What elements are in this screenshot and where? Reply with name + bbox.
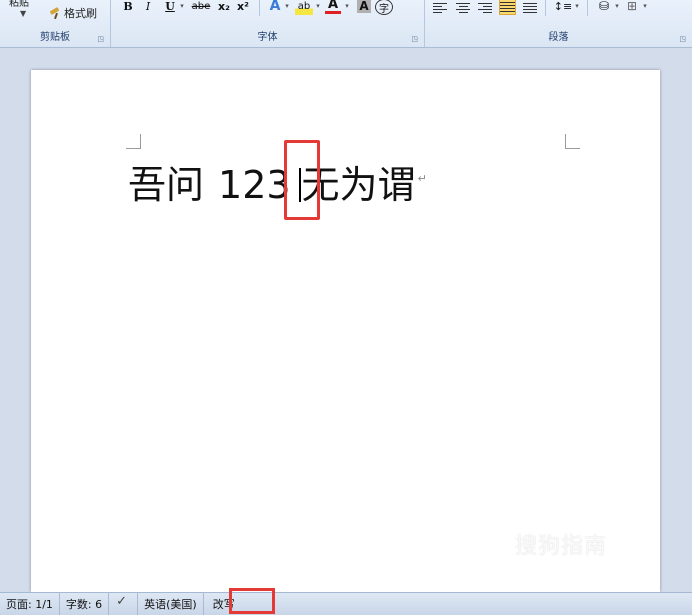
font-color-dropdown-icon[interactable]: ▾ — [343, 0, 351, 15]
format-painter-button[interactable]: 格式刷 — [48, 5, 97, 21]
borders-icon[interactable]: ⊞ — [625, 0, 639, 15]
enclose-char-button[interactable]: 字 — [375, 0, 393, 15]
paragraph-dialog-launcher-icon[interactable]: ◳ — [679, 35, 686, 43]
distributed-align-icon[interactable] — [523, 1, 537, 13]
separator — [587, 0, 588, 16]
paste-button[interactable]: 粘贴 — [9, 0, 29, 9]
italic-button[interactable]: I — [141, 0, 155, 15]
line-spacing-icon[interactable]: ↕≡ — [553, 0, 573, 15]
clipboard-group-label: 剪贴板 — [40, 32, 70, 43]
text-effect-dropdown-icon[interactable]: ▾ — [283, 0, 291, 15]
proofing-status[interactable] — [109, 593, 139, 615]
format-painter-label: 格式刷 — [64, 7, 97, 20]
highlight-button[interactable]: ab — [295, 0, 313, 15]
align-left-icon[interactable] — [433, 1, 447, 13]
bold-button[interactable]: B — [121, 0, 135, 15]
proofing-check-icon — [115, 594, 131, 610]
highlight-dropdown-icon[interactable]: ▾ — [314, 0, 322, 15]
underline-dropdown-icon[interactable]: ▾ — [178, 0, 186, 15]
paragraph-mark: ↵ — [417, 172, 427, 185]
clipboard-group: 粘贴 ▼ 格式刷 剪贴板 ◳ — [0, 0, 111, 47]
superscript-button[interactable]: x² — [235, 0, 251, 15]
ribbon: 粘贴 ▼ 格式刷 剪贴板 ◳ B I U ▾ abe x₂ x² A ▾ ab … — [0, 0, 692, 48]
align-right-icon[interactable] — [478, 1, 492, 13]
paintbrush-icon — [48, 7, 62, 19]
margin-corner-top-right — [565, 134, 580, 149]
watermark-logo: 搜狗指南 — [515, 534, 608, 559]
font-group: B I U ▾ abe x₂ x² A ▾ ab ▾ A ▾ A 字 字体 ◳ — [111, 0, 425, 47]
status-page-count[interactable]: 页面: 1/1 — [0, 593, 60, 615]
doc-text-before: 吾问 — [128, 163, 205, 207]
font-dialog-launcher-icon[interactable]: ◳ — [411, 35, 418, 43]
shading-icon[interactable]: ⛁ — [595, 0, 613, 15]
paragraph-group-label: 段落 — [548, 32, 569, 43]
subscript-button[interactable]: x₂ — [216, 0, 232, 15]
cursor-highlight-box — [284, 140, 320, 220]
margin-corner-top-left — [126, 134, 141, 149]
separator — [259, 0, 260, 16]
paragraph-group: ↕≡ ▾ ⛁ ▾ ⊞ ▾ 段落 ◳ — [425, 0, 692, 47]
underline-button[interactable]: U — [163, 0, 177, 15]
font-color-button[interactable]: A — [325, 0, 341, 14]
align-center-icon[interactable] — [456, 1, 470, 13]
status-bar: 页面: 1/1 字数: 6 英语(美国) 改写 — [0, 592, 692, 615]
overtype-highlight-box — [229, 588, 275, 614]
doc-text-numbers: 123 — [218, 163, 291, 207]
justify-icon[interactable] — [499, 0, 516, 15]
font-group-label: 字体 — [257, 32, 278, 43]
document-page[interactable]: 吾问 123 无为谓 ↵ 搜狗指南 zhinan.sogou.com — [31, 70, 660, 592]
char-shading-button[interactable]: A — [357, 0, 371, 13]
document-text-line[interactable]: 吾问 123 无为谓 ↵ — [128, 153, 427, 217]
borders-dropdown-icon[interactable]: ▾ — [641, 0, 649, 15]
watermark-url: zhinan.sogou.com — [519, 570, 620, 583]
separator — [545, 0, 546, 16]
status-language[interactable]: 英语(美国) — [138, 593, 204, 615]
strikethrough-button[interactable]: abe — [190, 0, 212, 15]
line-spacing-dropdown-icon[interactable]: ▾ — [573, 0, 581, 15]
status-word-count[interactable]: 字数: 6 — [60, 593, 110, 615]
paste-dropdown-icon[interactable]: ▼ — [20, 9, 26, 18]
shading-dropdown-icon[interactable]: ▾ — [613, 0, 621, 15]
text-effect-button[interactable]: A — [267, 0, 283, 15]
clipboard-dialog-launcher-icon[interactable]: ◳ — [97, 35, 104, 43]
